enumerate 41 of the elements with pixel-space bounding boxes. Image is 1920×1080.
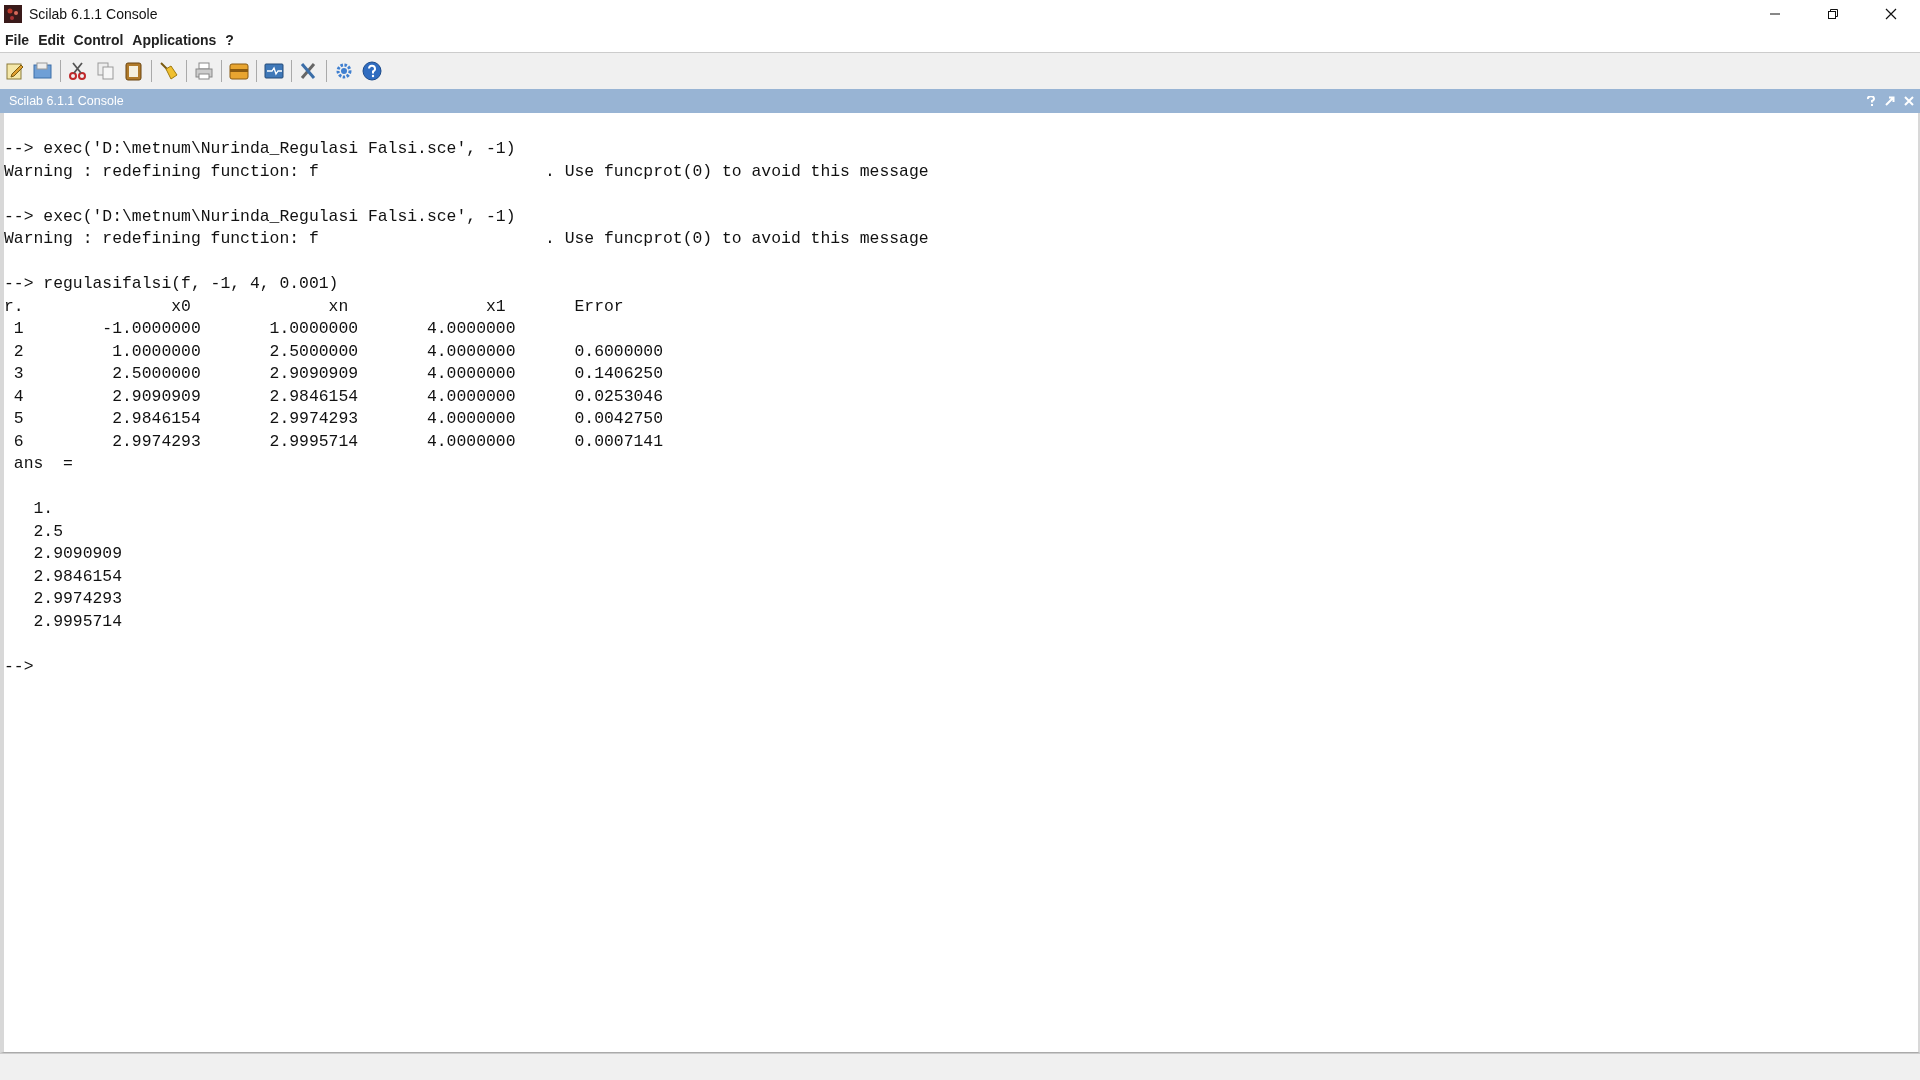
console-line: 5 2.9846154 2.9974293 4.0000000 0.0042750 [12,408,663,430]
folder-icon[interactable] [32,60,54,82]
console-line: 1. [32,498,54,520]
console-line: --> [4,655,34,678]
console-line: 6 2.9974293 2.9995714 4.0000000 0.0007141 [12,430,663,453]
window-title: Scilab 6.1.1 Console [29,6,158,22]
undock-arrow-icon[interactable] [1885,96,1895,106]
help-icon[interactable] [361,60,383,82]
console-line: 3 2.5000000 2.9090909 4.0000000 0.1406250 [12,363,663,385]
scissors-icon[interactable] [67,60,89,82]
console-line: --> exec('D:\metnum\Nurinda_Regulasi Falsi.sce', -1) [4,205,516,228]
menu-item[interactable]: File [5,32,30,48]
console-line: --> regulasifalsi(f, -1, 4, 0.001) [4,273,339,295]
close-icon [1885,8,1897,20]
console-line: 2.9846154 [32,565,123,588]
console-line: r. x0 xn x1 Error [4,295,624,318]
panel-title: Scilab 6.1.1 Console [9,94,124,108]
console-line: 1 -1.0000000 1.0000000 4.0000000 [12,318,516,340]
monitor-icon[interactable] [263,60,285,82]
console-line: 2.9974293 [32,588,123,610]
console-line: ans = [12,453,73,475]
copy-icon[interactable] [95,60,117,82]
console-line: Warning : redefining function: f . Use funcprot(0) to avoid this message [4,160,929,183]
restore-icon [1827,8,1839,20]
printer-icon[interactable] [193,60,215,82]
box-icon[interactable] [228,60,250,82]
menu-item[interactable]: ? [225,32,234,48]
console-line: --> exec('D:\metnum\Nurinda_Regulasi Falsi.sce', -1) [4,138,516,160]
menu-item[interactable]: Edit [38,32,65,48]
console-line: Warning : redefining function: f . Use funcprot(0) to avoid this message [4,228,929,250]
app-logo-icon [3,4,23,24]
console-line: 2.9995714 [32,610,123,633]
console-line: 2 1.0000000 2.5000000 4.0000000 0.6000000 [12,340,663,363]
menu-item[interactable]: Applications [132,32,217,48]
menu-item[interactable]: Control [73,32,124,48]
console-line: 2.5 [32,520,64,543]
clipboard-icon[interactable] [123,60,145,82]
console-line: 4 2.9090909 2.9846154 4.0000000 0.0253046 [12,385,663,408]
notepad-pencil-icon[interactable] [4,60,26,82]
close-icon[interactable] [1904,96,1914,106]
console-line: 2.9090909 [32,543,123,565]
